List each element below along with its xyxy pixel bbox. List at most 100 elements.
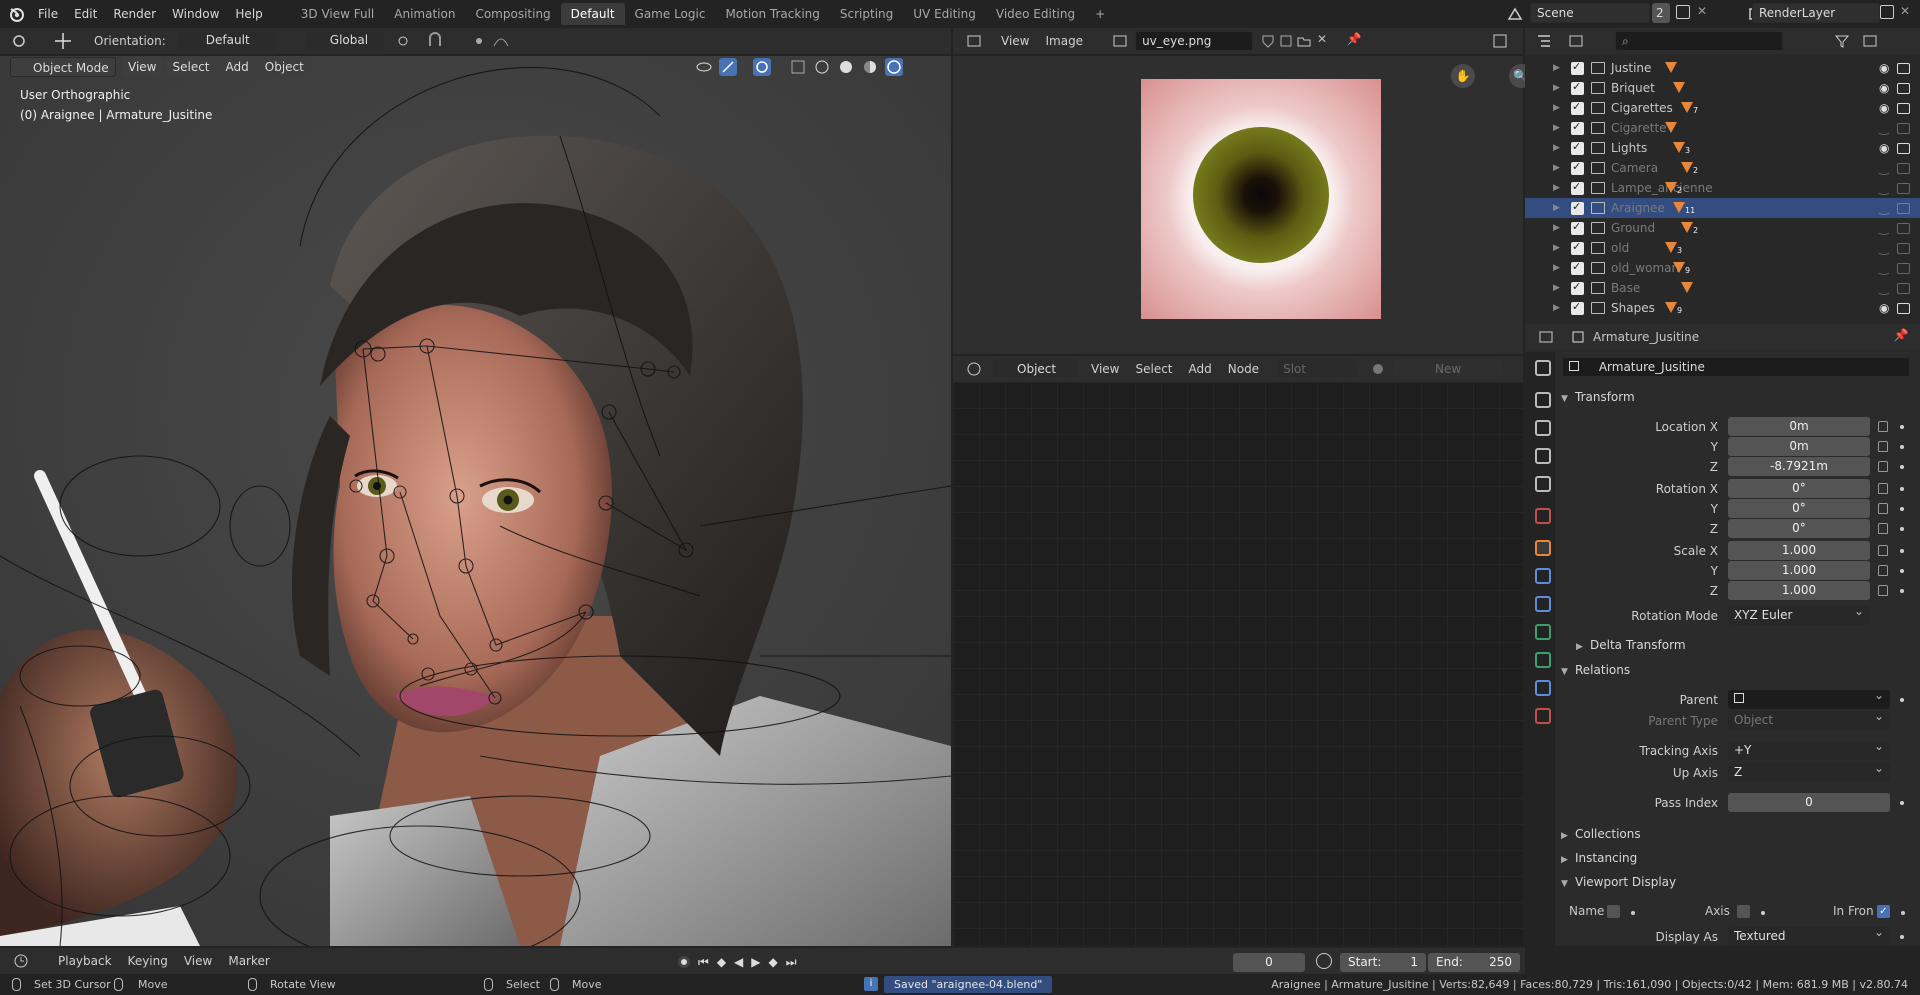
keyframe-dot-icon[interactable] [1900, 569, 1904, 573]
image-editor-canvas[interactable]: ✋ 🔍 [953, 56, 1533, 354]
eye-closed-icon[interactable]: ‿ [1879, 221, 1889, 235]
outliner-type-icon[interactable] [1535, 32, 1553, 50]
expand-arrow-icon[interactable]: ▶ [1553, 63, 1560, 73]
node-menu-node[interactable]: Node [1220, 356, 1267, 382]
node-editor-type-icon[interactable] [965, 360, 983, 378]
transform-gizmo-icon[interactable] [54, 32, 72, 50]
render-camera-icon[interactable] [1897, 102, 1910, 114]
new-image-icon[interactable] [1277, 32, 1295, 50]
expand-arrow-icon[interactable]: ▶ [1553, 223, 1560, 233]
editor-type-icon[interactable] [10, 32, 28, 50]
keyframe-dot-icon[interactable] [1900, 425, 1904, 429]
expand-arrow-icon[interactable]: ▶ [1553, 243, 1560, 253]
eye-closed-icon[interactable]: ‿ [1879, 181, 1889, 195]
image-view-mode-icon[interactable] [1491, 32, 1509, 50]
node-menu-select[interactable]: Select [1127, 356, 1180, 382]
exclude-checkbox[interactable] [1571, 160, 1584, 175]
add-view-layer-icon[interactable] [1880, 5, 1894, 19]
viewport-menu-object[interactable]: Object [258, 57, 310, 77]
close-scene-icon[interactable]: ✕ [1697, 4, 1707, 18]
duplicate-scene-icon[interactable] [1676, 5, 1690, 19]
transform-space-dropdown[interactable]: Global [305, 31, 384, 51]
node-menu-view[interactable]: View [1083, 356, 1127, 382]
axis-checkbox[interactable] [1737, 905, 1750, 918]
expand-arrow-icon[interactable]: ▶ [1553, 163, 1560, 173]
keyframe-dot-icon[interactable] [1900, 589, 1904, 593]
scale-x-field[interactable]: 1.000 [1728, 541, 1870, 560]
outliner-row[interactable]: ▶ old 3 ‿ [1525, 238, 1920, 258]
next-keyframe-icon[interactable]: ◆ [769, 955, 778, 969]
pass-index-field[interactable]: 0 [1728, 793, 1890, 812]
render-camera-icon[interactable] [1897, 62, 1910, 74]
shader-type-dropdown[interactable]: Object [993, 359, 1077, 379]
keyframe-dot-icon[interactable] [1900, 527, 1904, 531]
properties-pin-icon[interactable]: 📌 [1892, 328, 1910, 346]
modifier-icon[interactable] [1535, 568, 1551, 584]
outliner-row[interactable]: ▶ Cigarettes 7 ◉ [1525, 98, 1920, 118]
render-camera-icon[interactable] [1897, 122, 1910, 134]
exclude-checkbox[interactable] [1571, 240, 1584, 255]
delta-transform-panel-header[interactable]: ▶ Delta Transform [1570, 634, 1920, 656]
tab-3d-view-full[interactable]: 3D View Full [291, 3, 385, 25]
location-x-field[interactable]: 0m [1728, 417, 1870, 436]
physics-icon[interactable] [1535, 624, 1551, 640]
expand-arrow-icon[interactable]: ▶ [1553, 263, 1560, 273]
in-front-checkbox[interactable]: ✓ [1877, 905, 1890, 918]
eye-closed-icon[interactable]: ‿ [1879, 161, 1889, 175]
eye-icon[interactable]: ◉ [1879, 301, 1889, 315]
gizmo-toggle-icon[interactable] [719, 58, 737, 76]
lock-icon[interactable] [1878, 483, 1888, 494]
eye-closed-icon[interactable]: ‿ [1879, 261, 1889, 275]
timeline-type-icon[interactable] [12, 952, 30, 970]
render-camera-icon[interactable] [1897, 182, 1910, 194]
expand-arrow-icon[interactable]: ▶ [1553, 203, 1560, 213]
timeline-menu-view[interactable]: View [176, 948, 220, 974]
lock-icon[interactable] [1878, 545, 1888, 556]
render-camera-icon[interactable] [1897, 82, 1910, 94]
image-name-field[interactable]: uv_eye.png [1135, 31, 1254, 51]
expand-arrow-icon[interactable]: ▶ [1553, 183, 1560, 193]
rotation-mode-dropdown[interactable]: XYZ Euler [1728, 602, 1870, 625]
location-z-field[interactable]: -8.7921m [1728, 457, 1870, 476]
snap-icon[interactable] [426, 32, 444, 50]
outliner-row[interactable]: ▶ Lights 3 ◉ [1525, 138, 1920, 158]
parent-type-dropdown[interactable]: Object [1728, 707, 1890, 730]
render-camera-icon[interactable] [1897, 302, 1910, 314]
expand-arrow-icon[interactable]: ▶ [1553, 103, 1560, 113]
lock-icon[interactable] [1878, 441, 1888, 452]
overlay-toggle-icon[interactable] [753, 58, 771, 76]
constraints-icon[interactable] [1535, 680, 1551, 696]
eye-icon[interactable]: ◉ [1879, 81, 1889, 95]
tracking-axis-dropdown[interactable]: +Y [1728, 737, 1890, 760]
lock-icon[interactable] [1878, 565, 1888, 576]
outliner-row[interactable]: ▶ Briquet ◉ [1525, 78, 1920, 98]
object-data-armature-icon[interactable] [1535, 652, 1551, 668]
tool-icon[interactable] [1535, 360, 1551, 376]
filter-icon[interactable] [1833, 32, 1851, 50]
transform-panel-header[interactable]: ▼ Transform [1555, 386, 1915, 408]
close-view-layer-icon[interactable]: ✕ [1900, 4, 1910, 18]
keyframe-dot-icon[interactable] [1900, 445, 1904, 449]
open-image-icon[interactable] [1295, 32, 1313, 50]
parent-field[interactable] [1728, 686, 1890, 709]
rotation-x-field[interactable]: 0° [1728, 479, 1870, 498]
wireframe-shading-icon[interactable] [813, 58, 831, 76]
outliner-row[interactable]: ▶ Base ‿ [1525, 278, 1920, 298]
particles-icon[interactable] [1535, 596, 1551, 612]
viewport-menu-add[interactable]: Add [219, 57, 255, 77]
exclude-checkbox[interactable] [1571, 80, 1584, 95]
relations-panel-header[interactable]: ▼ Relations [1555, 659, 1915, 681]
viewport-display-panel-header[interactable]: ▼ Viewport Display [1555, 871, 1915, 893]
mode-dropdown[interactable]: Object Mode [10, 57, 116, 77]
up-axis-dropdown[interactable]: Z [1728, 759, 1890, 782]
new-collection-icon[interactable] [1861, 32, 1879, 50]
view-layer-selector[interactable]: RenderLayer [1752, 3, 1880, 23]
tab-animation[interactable]: Animation [384, 3, 465, 25]
solid-shading-icon[interactable] [837, 58, 855, 76]
exclude-checkbox[interactable] [1571, 180, 1584, 195]
render-camera-icon[interactable] [1897, 282, 1910, 294]
play-icon[interactable]: ▶ [751, 955, 760, 969]
timeline-menu-marker[interactable]: Marker [220, 948, 277, 974]
orientation-dropdown[interactable]: Default [177, 31, 276, 51]
add-workspace-button[interactable]: + [1085, 3, 1115, 25]
